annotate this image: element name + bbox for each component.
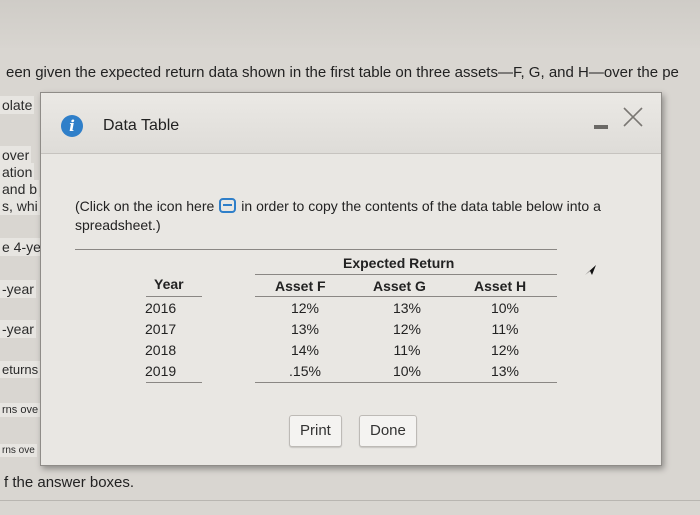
done-button[interactable]: Done xyxy=(359,415,417,447)
table-rule xyxy=(255,382,557,383)
behind-label: rns ove xyxy=(0,444,37,457)
mouse-cursor-icon xyxy=(585,265,596,275)
copy-instruction: (Click on the icon here in order to copy … xyxy=(75,197,635,235)
info-icon: i xyxy=(61,115,83,137)
table-rule xyxy=(75,249,557,250)
table-rule xyxy=(255,296,557,297)
instruction-text-start: (Click on the icon here xyxy=(75,198,215,214)
column-header-asset-f: Asset F xyxy=(275,278,326,294)
dialog-header: i Data Table xyxy=(41,93,661,154)
behind-label: -year xyxy=(0,280,36,298)
table-cell: 12% xyxy=(290,300,320,316)
table-rule xyxy=(146,382,202,383)
behind-label: e 4-ye xyxy=(0,238,43,256)
behind-label: rns ove xyxy=(0,403,41,417)
column-header-asset-h: Asset H xyxy=(474,278,527,294)
column-header-asset-g: Asset G xyxy=(373,278,426,294)
group-header: Expected Return xyxy=(343,255,455,271)
table-cell: 14% xyxy=(290,342,320,358)
question-text: een given the expected return data shown… xyxy=(6,64,679,81)
minimize-icon[interactable] xyxy=(594,125,608,129)
copy-spreadsheet-icon[interactable] xyxy=(219,198,237,213)
data-table: Expected Return Year Asset F Asset G Ass… xyxy=(41,243,661,393)
table-cell-year: 2016 xyxy=(145,300,177,316)
print-button[interactable]: Print xyxy=(289,415,342,447)
behind-label: over xyxy=(0,146,32,164)
table-cell: 13% xyxy=(392,300,422,316)
data-table-dialog: i Data Table (Click on the icon here in o… xyxy=(40,92,662,466)
table-cell: 11% xyxy=(393,342,421,358)
close-icon[interactable] xyxy=(621,105,645,129)
table-cell: 12% xyxy=(490,342,520,358)
table-cell: 12% xyxy=(392,321,422,337)
behind-label: ation xyxy=(0,163,35,181)
behind-label: eturns xyxy=(0,361,41,378)
behind-label: and b xyxy=(0,180,40,198)
behind-label: olate xyxy=(0,96,35,114)
footer-text: f the answer boxes. xyxy=(4,474,135,491)
table-cell-year: 2018 xyxy=(145,342,177,358)
page-top-strip xyxy=(0,0,700,48)
table-rule xyxy=(146,296,202,297)
table-cell: 10% xyxy=(392,363,422,379)
behind-label: -year xyxy=(0,320,36,338)
dialog-title: Data Table xyxy=(103,117,180,134)
column-header-year: Year xyxy=(154,276,184,292)
table-cell: 13% xyxy=(490,363,520,379)
behind-label: s, whi xyxy=(0,197,40,215)
table-cell: 11% xyxy=(491,321,519,337)
table-cell-year: 2017 xyxy=(145,321,177,337)
table-rule xyxy=(255,274,557,275)
table-cell: 13% xyxy=(290,321,320,337)
table-cell: .15% xyxy=(289,363,321,379)
table-cell-year: 2019 xyxy=(145,363,177,379)
divider xyxy=(0,500,700,501)
table-cell: 10% xyxy=(490,300,520,316)
